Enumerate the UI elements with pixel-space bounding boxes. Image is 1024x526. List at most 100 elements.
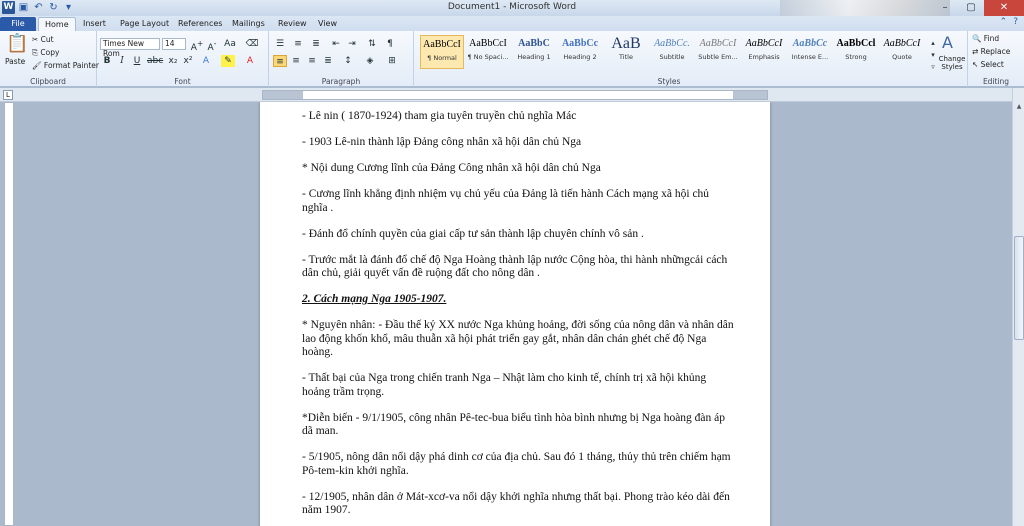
change-styles-icon[interactable]: A — [942, 33, 953, 52]
cut-button[interactable]: ✂ Cut — [32, 35, 54, 45]
decrease-indent-icon[interactable]: ⇤ — [329, 38, 343, 50]
tab-selector-icon[interactable]: L — [3, 90, 13, 100]
document-area: - Lê nin ( 1870-1924) tham gia tuyên tru… — [0, 102, 1012, 526]
tab-insert[interactable]: Insert — [77, 17, 112, 31]
paragraph[interactable]: - Lê nin ( 1870-1924) tham gia tuyên tru… — [302, 110, 734, 124]
style-heading-1[interactable]: AaBbC Heading 1 — [512, 35, 556, 69]
paste-button[interactable]: Paste — [5, 57, 25, 67]
paragraph[interactable]: * Nguyên nhân: - Đầu thế kỷ XX nước Nga … — [302, 319, 734, 360]
tab-mailings[interactable]: Mailings — [226, 17, 271, 31]
style-subtle-emphasis[interactable]: AaBbCcI Subtle Em... — [696, 35, 740, 69]
font-name-combo[interactable]: Times New Rom — [100, 38, 160, 58]
close-icon[interactable]: ✕ — [984, 0, 1024, 16]
document-page[interactable]: - Lê nin ( 1870-1924) tham gia tuyên tru… — [260, 102, 770, 526]
strikethrough-icon[interactable]: abc — [147, 55, 163, 67]
style-sample: AaB — [611, 35, 641, 52]
highlight-icon[interactable]: ✎ — [221, 55, 235, 67]
align-right-icon[interactable]: ≡ — [305, 55, 319, 67]
minimize-ribbon-icon[interactable]: ⌃ — [1000, 17, 1008, 27]
borders-icon[interactable]: ⊞ — [385, 55, 399, 67]
font-size-combo[interactable]: 14 — [162, 38, 186, 50]
increase-indent-icon[interactable]: ⇥ — [345, 38, 359, 50]
grow-font-icon[interactable]: A+ — [190, 38, 204, 53]
tab-file[interactable]: File — [0, 17, 36, 31]
select-button[interactable]: ↖ Select — [972, 60, 1004, 70]
style-sample: AaBbCc — [561, 38, 599, 49]
style-subtitle[interactable]: AaBbCc. Subtitle — [650, 35, 694, 69]
section-heading[interactable]: 2. Cách mạng Nga 1905-1907. — [302, 293, 734, 307]
find-label: Find — [983, 34, 1000, 43]
style-no-spacing[interactable]: AaBbCcI ¶ No Spaci... — [466, 35, 510, 69]
line-spacing-icon[interactable]: ↕ — [341, 55, 355, 67]
maximize-icon[interactable]: ▢ — [958, 0, 984, 16]
superscript-icon[interactable]: x² — [181, 55, 195, 67]
italic-icon[interactable]: I — [115, 55, 129, 67]
subscript-icon[interactable]: x₂ — [166, 55, 180, 67]
replace-button[interactable]: ⇄ Replace — [972, 47, 1010, 57]
horizontal-ruler[interactable] — [262, 90, 768, 100]
paragraph[interactable]: - Trước mắt là đánh đổ chế độ Nga Hoàng … — [302, 254, 734, 281]
paragraph[interactable]: * Nội dung Cương lĩnh của Đảng Công nhân… — [302, 162, 734, 176]
find-icon: 🔍 — [972, 34, 984, 43]
help-icon[interactable]: ? — [1013, 17, 1018, 27]
style-title[interactable]: AaB Title — [604, 35, 648, 69]
find-button[interactable]: 🔍 Find — [972, 34, 999, 44]
style-sample: AaBbCcI — [423, 39, 461, 50]
vertical-scrollbar[interactable]: ▲ — [1012, 88, 1024, 526]
style-strong[interactable]: AaBbCcl Strong — [834, 35, 878, 69]
style-sample: AaBbCcI — [745, 38, 783, 49]
editing-label: Editing — [982, 77, 1010, 86]
paragraph[interactable]: - 5/1905, nông dân nổi dậy phá dinh cơ c… — [302, 451, 734, 478]
text-effects-icon[interactable]: A — [199, 55, 213, 67]
font-color-icon[interactable]: A — [243, 55, 257, 67]
minimize-icon[interactable]: – — [932, 0, 958, 16]
align-center-icon[interactable]: ≡ — [289, 55, 303, 67]
paragraph[interactable]: - Cương lĩnh khẳng định nhiệm vụ chủ yếu… — [302, 188, 734, 215]
format-painter-button[interactable]: 🖌 Format Painter — [32, 61, 99, 71]
underline-icon[interactable]: U — [130, 55, 144, 67]
shrink-font-icon[interactable]: A- — [205, 38, 219, 53]
replace-label: Replace — [980, 47, 1011, 56]
window-controls: – ▢ ✕ — [932, 0, 1024, 16]
right-margin — [733, 91, 767, 99]
numbering-icon[interactable]: ≡ — [291, 38, 305, 50]
paragraph-group: ☰ ≡ ≣ ⇤ ⇥ ⇅ ¶ ≡ ≡ ≡ ≣ ↕ ◈ ⊞ Paragraph — [269, 31, 414, 87]
justify-icon[interactable]: ≣ — [321, 55, 335, 67]
change-styles-button[interactable]: Change Styles — [936, 55, 968, 71]
style-emphasis[interactable]: AaBbCcI Emphasis — [742, 35, 786, 69]
scroll-up-icon[interactable]: ▲ — [1014, 102, 1024, 112]
cut-label: Cut — [40, 35, 54, 44]
clear-format-icon[interactable]: ⌫ — [245, 38, 259, 50]
style-name: Strong — [845, 53, 867, 61]
tab-page-layout[interactable]: Page Layout — [114, 17, 175, 31]
tab-home[interactable]: Home — [38, 17, 76, 31]
bold-icon[interactable]: B — [100, 55, 114, 67]
style-heading-2[interactable]: AaBbCc Heading 2 — [558, 35, 602, 69]
paragraph[interactable]: - 1903 Lê-nin thành lập Đảng công nhân x… — [302, 136, 734, 150]
clipboard-label: Clipboard — [30, 77, 66, 86]
sort-icon[interactable]: ⇅ — [365, 38, 379, 50]
tab-references[interactable]: References — [172, 17, 228, 31]
paragraph[interactable]: - Đánh đổ chính quyền của giai cấp tư sả… — [302, 228, 734, 242]
paragraph[interactable]: - 12/1905, nhân dân ở Mát-xcơ-va nổi dậy… — [302, 491, 734, 518]
paste-icon[interactable]: 📋 — [6, 33, 28, 54]
align-left-icon[interactable]: ≡ — [273, 55, 287, 67]
style-intense-emphasis[interactable]: AaBbCc Intense E... — [788, 35, 832, 69]
tab-review[interactable]: Review — [272, 17, 313, 31]
tab-view[interactable]: View — [312, 17, 343, 31]
copy-button[interactable]: ⎘ Copy — [32, 48, 59, 58]
show-marks-icon[interactable]: ¶ — [383, 38, 397, 50]
style-normal[interactable]: AaBbCcI ¶ Normal — [420, 35, 464, 69]
styles-scroll-up-icon[interactable]: ▴ — [928, 37, 938, 49]
change-case-icon[interactable]: Aa — [223, 38, 237, 50]
bullets-icon[interactable]: ☰ — [273, 38, 287, 50]
paragraph[interactable]: *Diễn biến - 9/1/1905, công nhân Pê-tec-… — [302, 412, 734, 439]
scrollbar-thumb[interactable] — [1014, 236, 1024, 340]
multilevel-list-icon[interactable]: ≣ — [309, 38, 323, 50]
document-body[interactable]: - Lê nin ( 1870-1924) tham gia tuyên tru… — [302, 110, 734, 526]
style-name: Heading 2 — [563, 53, 597, 61]
paragraph[interactable]: - Thất bại của Nga trong chiến tranh Nga… — [302, 372, 734, 399]
vertical-ruler[interactable] — [4, 102, 14, 526]
style-quote[interactable]: AaBbCcI Quote — [880, 35, 924, 69]
shading-icon[interactable]: ◈ — [363, 55, 377, 67]
